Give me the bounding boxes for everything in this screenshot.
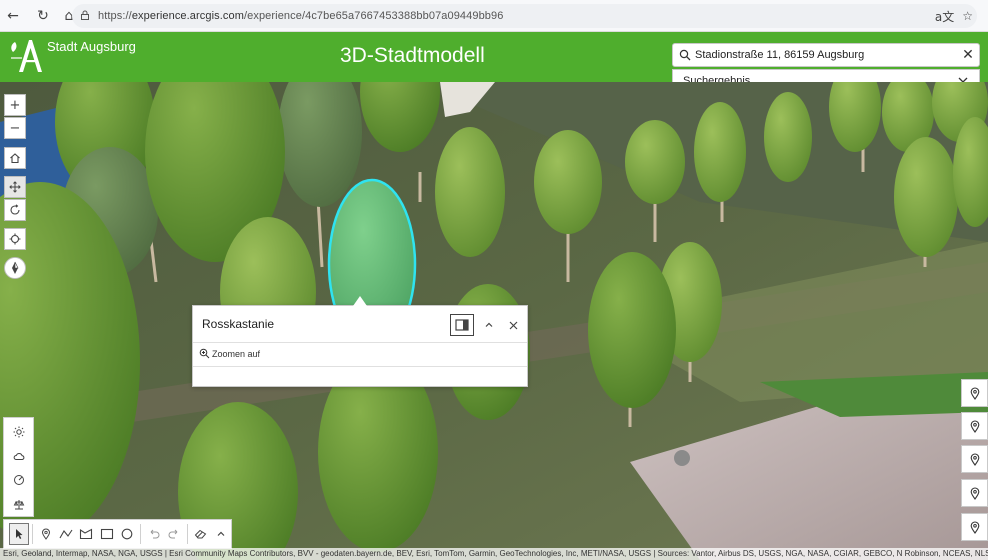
popup-divider-bottom — [193, 366, 527, 367]
dock-icon — [455, 319, 469, 331]
select-tool-button[interactable] — [9, 523, 30, 545]
polygon-tool-button[interactable] — [76, 523, 96, 545]
map-pin-icon — [970, 452, 979, 466]
cursor-icon — [16, 529, 23, 539]
search-icon[interactable] — [675, 49, 695, 61]
location-pin-button[interactable] — [961, 379, 988, 407]
redo-icon — [168, 529, 178, 539]
browser-toolbar: ← ↻ ⌂ https://experience.arcgis.com/expe… — [0, 0, 988, 32]
shadow-cast-button[interactable] — [4, 468, 33, 492]
environment-tools-panel — [3, 417, 34, 517]
close-popup-button[interactable] — [505, 314, 521, 336]
rectangle-icon — [100, 528, 113, 540]
url-text: https://experience.arcgis.com/experience… — [98, 10, 504, 22]
lock-icon — [80, 10, 94, 23]
toolbar-divider — [139, 524, 141, 544]
popup-pointer — [353, 296, 367, 306]
sketch-toolbar — [3, 519, 232, 549]
rotate-button[interactable] — [4, 199, 26, 221]
city-logo-icon — [8, 36, 44, 76]
eraser-icon — [194, 529, 207, 539]
sun-icon — [13, 426, 24, 438]
toolbar-divider — [186, 524, 188, 544]
clear-search-icon[interactable]: ✕ — [957, 47, 979, 63]
back-icon[interactable]: ← — [2, 5, 24, 27]
pan-button[interactable] — [4, 176, 26, 198]
polyline-tool-button[interactable] — [56, 523, 76, 545]
search-box: Stadionstraße 11, 86159 Augsburg ✕ — [672, 43, 980, 67]
zoom-in-icon — [199, 348, 210, 359]
home-icon — [10, 153, 20, 164]
locate-icon — [9, 233, 21, 245]
zoom-to-label: Zoomen auf — [212, 348, 261, 359]
reload-icon[interactable]: ↻ — [32, 5, 54, 27]
address-bar[interactable]: https://experience.arcgis.com/experience… — [72, 4, 977, 28]
location-pin-button[interactable] — [961, 412, 988, 440]
zoom-out-button[interactable]: − — [4, 117, 26, 139]
zoom-in-button[interactable]: + — [4, 94, 26, 116]
circle-tool-button[interactable] — [117, 523, 137, 545]
rectangle-tool-button[interactable] — [97, 523, 117, 545]
locate-button[interactable] — [4, 228, 26, 250]
location-pin-button[interactable] — [961, 445, 988, 473]
dock-popup-button[interactable] — [450, 314, 474, 336]
location-pin-button[interactable] — [961, 479, 988, 507]
redo-button[interactable] — [164, 523, 184, 545]
close-icon — [509, 321, 517, 329]
shadow-icon — [13, 475, 24, 485]
map-pin-icon — [970, 520, 979, 534]
map-pin-icon — [970, 486, 979, 500]
collapse-popup-button[interactable] — [481, 314, 497, 336]
settings-button[interactable] — [191, 523, 211, 545]
slice-button[interactable] — [4, 492, 33, 516]
expand-toolbar-button[interactable] — [211, 523, 231, 545]
polyline-icon — [59, 529, 73, 539]
popup-title: Rosskastanie — [202, 317, 275, 331]
popup-divider — [193, 342, 527, 343]
map-pin-icon — [42, 528, 51, 540]
translate-icon[interactable]: a文 — [935, 8, 954, 25]
cloud-icon — [13, 452, 24, 460]
map-pin-icon — [970, 386, 979, 400]
pan-icon — [9, 181, 21, 193]
search-input[interactable]: Stadionstraße 11, 86159 Augsburg — [695, 49, 957, 61]
location-pin-button[interactable] — [961, 513, 988, 541]
rotate-icon — [10, 204, 20, 215]
toolbar-divider — [32, 524, 34, 544]
undo-button[interactable] — [144, 523, 164, 545]
measure-icon — [13, 500, 24, 510]
point-tool-button[interactable] — [36, 523, 56, 545]
chevron-up-icon — [485, 322, 493, 327]
compass-icon — [12, 261, 19, 274]
weather-button[interactable] — [4, 444, 33, 468]
map-pin-icon — [970, 419, 979, 433]
daylight-button[interactable] — [4, 420, 33, 444]
feature-popup: Rosskastanie Zoomen auf — [192, 296, 528, 387]
star-icon[interactable]: ☆ — [962, 9, 973, 23]
brand-name: Stadt Augsburg — [47, 39, 136, 54]
zoom-to-action[interactable]: Zoomen auf — [199, 348, 260, 359]
page-title: 3D-Stadtmodell — [340, 44, 485, 67]
chevron-up-icon — [217, 531, 225, 536]
polygon-icon — [80, 528, 93, 540]
circle-icon — [121, 528, 133, 540]
home-view-button[interactable] — [4, 147, 26, 169]
map-attribution[interactable]: Esri, Geoland, Intermap, NASA, NGA, USGS… — [0, 548, 988, 560]
undo-icon — [150, 529, 160, 539]
compass-button[interactable] — [4, 257, 26, 279]
